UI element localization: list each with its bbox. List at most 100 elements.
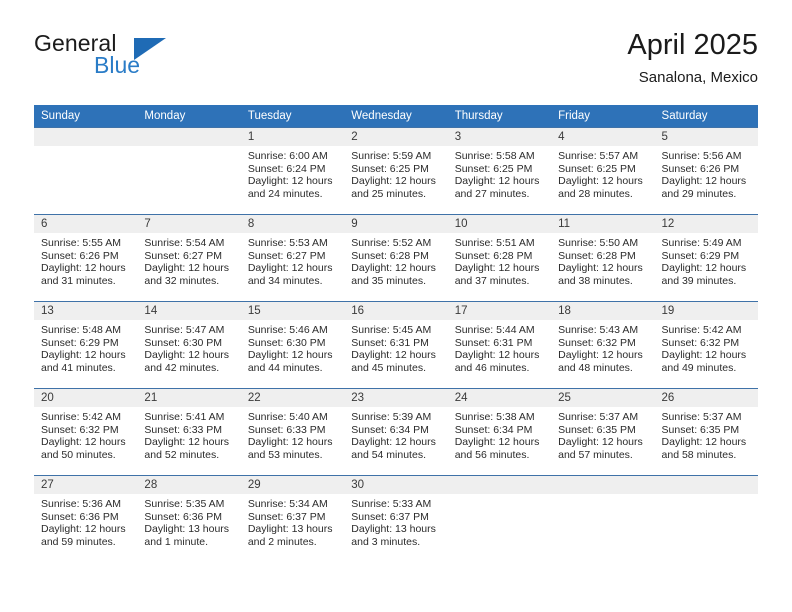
day-cell[interactable]: 13 Sunrise: 5:48 AM Sunset: 6:29 PM Dayl… xyxy=(34,301,138,389)
day-cell[interactable]: 19 Sunrise: 5:42 AM Sunset: 6:32 PM Dayl… xyxy=(654,301,758,389)
day-details: Sunrise: 5:37 AM Sunset: 6:35 PM Dayligh… xyxy=(655,407,758,461)
day-cell[interactable]: 6 Sunrise: 5:55 AM Sunset: 6:26 PM Dayli… xyxy=(34,214,138,302)
day-cell[interactable]: 28 Sunrise: 5:35 AM Sunset: 6:36 PM Dayl… xyxy=(137,475,241,562)
day-cell[interactable]: 7 Sunrise: 5:54 AM Sunset: 6:27 PM Dayli… xyxy=(137,214,241,302)
day-details: Sunrise: 5:44 AM Sunset: 6:31 PM Dayligh… xyxy=(448,320,551,374)
day-cell[interactable]: 10 Sunrise: 5:51 AM Sunset: 6:28 PM Dayl… xyxy=(447,214,552,302)
day-number: 2 xyxy=(344,128,448,146)
sunset-text: Sunset: 6:27 PM xyxy=(144,249,223,262)
day-cell[interactable] xyxy=(34,127,138,215)
day-number: 16 xyxy=(344,302,448,320)
day-number xyxy=(654,476,758,494)
day-number xyxy=(34,128,138,146)
day-cell[interactable] xyxy=(654,475,758,562)
day-cell[interactable]: 27 Sunrise: 5:36 AM Sunset: 6:36 PM Dayl… xyxy=(34,475,138,562)
daylight-text: Daylight: 12 hours and 49 minutes. xyxy=(661,349,747,374)
general-blue-logo[interactable]: General Blue xyxy=(34,28,254,86)
day-details: Sunrise: 5:38 AM Sunset: 6:34 PM Dayligh… xyxy=(448,407,551,461)
sunset-text: Sunset: 6:25 PM xyxy=(454,162,533,175)
day-details: Sunrise: 5:41 AM Sunset: 6:33 PM Dayligh… xyxy=(137,407,240,461)
calendar-week-row: 1 Sunrise: 6:00 AM Sunset: 6:24 PM Dayli… xyxy=(34,127,758,215)
day-cell[interactable]: 29 Sunrise: 5:34 AM Sunset: 6:37 PM Dayl… xyxy=(240,475,345,562)
day-cell[interactable] xyxy=(137,127,241,215)
day-cell[interactable]: 26 Sunrise: 5:37 AM Sunset: 6:35 PM Dayl… xyxy=(654,388,758,476)
weekday-header-wednesday: Wednesday xyxy=(344,105,448,128)
day-details: Sunrise: 5:59 AM Sunset: 6:25 PM Dayligh… xyxy=(344,146,447,200)
sunset-text: Sunset: 6:37 PM xyxy=(351,510,429,523)
day-cell[interactable]: 5 Sunrise: 5:56 AM Sunset: 6:26 PM Dayli… xyxy=(654,127,758,215)
daylight-text: Daylight: 12 hours and 48 minutes. xyxy=(558,349,643,374)
page-subtitle: Sanalona, Mexico xyxy=(638,69,758,86)
sunset-text: Sunset: 6:29 PM xyxy=(41,336,119,349)
day-cell[interactable]: 21 Sunrise: 5:41 AM Sunset: 6:33 PM Dayl… xyxy=(137,388,241,476)
daylight-text: Daylight: 12 hours and 53 minutes. xyxy=(247,436,333,461)
day-cell[interactable]: 3 Sunrise: 5:58 AM Sunset: 6:25 PM Dayli… xyxy=(447,127,552,215)
daylight-text: Daylight: 13 hours and 3 minutes. xyxy=(351,523,436,548)
day-cell[interactable]: 22 Sunrise: 5:40 AM Sunset: 6:33 PM Dayl… xyxy=(240,388,345,476)
calendar-week-row: 13 Sunrise: 5:48 AM Sunset: 6:29 PM Dayl… xyxy=(34,301,758,389)
day-cell[interactable]: 9 Sunrise: 5:52 AM Sunset: 6:28 PM Dayli… xyxy=(344,214,448,302)
day-details: Sunrise: 5:35 AM Sunset: 6:36 PM Dayligh… xyxy=(137,494,240,548)
sunset-text: Sunset: 6:31 PM xyxy=(454,336,533,349)
sunrise-text: Sunrise: 5:40 AM xyxy=(247,411,328,423)
sunrise-text: Sunrise: 6:00 AM xyxy=(247,150,328,162)
day-details: Sunrise: 5:52 AM Sunset: 6:28 PM Dayligh… xyxy=(344,233,447,287)
day-cell[interactable]: 24 Sunrise: 5:38 AM Sunset: 6:34 PM Dayl… xyxy=(447,388,552,476)
day-cell[interactable]: 4 Sunrise: 5:57 AM Sunset: 6:25 PM Dayli… xyxy=(551,127,655,215)
day-cell[interactable]: 25 Sunrise: 5:37 AM Sunset: 6:35 PM Dayl… xyxy=(551,388,655,476)
sunrise-text: Sunrise: 5:52 AM xyxy=(351,237,432,249)
sunrise-text: Sunrise: 5:46 AM xyxy=(247,324,328,336)
sunset-text: Sunset: 6:37 PM xyxy=(247,510,326,523)
day-cell[interactable]: 23 Sunrise: 5:39 AM Sunset: 6:34 PM Dayl… xyxy=(344,388,448,476)
sunrise-sunset-calendar-table: Sunday Monday Tuesday Wednesday Thursday… xyxy=(34,105,758,562)
day-details: Sunrise: 5:37 AM Sunset: 6:35 PM Dayligh… xyxy=(551,407,654,461)
daylight-text: Daylight: 12 hours and 27 minutes. xyxy=(454,175,540,200)
day-cell[interactable]: 15 Sunrise: 5:46 AM Sunset: 6:30 PM Dayl… xyxy=(240,301,345,389)
page-header: General Blue April 2025 Sanalona, Mexico xyxy=(34,28,758,90)
day-cell[interactable]: 12 Sunrise: 5:49 AM Sunset: 6:29 PM Dayl… xyxy=(654,214,758,302)
day-cell[interactable]: 30 Sunrise: 5:33 AM Sunset: 6:37 PM Dayl… xyxy=(344,475,448,562)
sunset-text: Sunset: 6:35 PM xyxy=(558,423,636,436)
sunrise-text: Sunrise: 5:39 AM xyxy=(351,411,432,423)
day-cell[interactable]: 18 Sunrise: 5:43 AM Sunset: 6:32 PM Dayl… xyxy=(551,301,655,389)
day-cell[interactable]: 1 Sunrise: 6:00 AM Sunset: 6:24 PM Dayli… xyxy=(240,127,345,215)
day-number: 25 xyxy=(551,389,655,407)
day-cell[interactable]: 11 Sunrise: 5:50 AM Sunset: 6:28 PM Dayl… xyxy=(551,214,655,302)
day-cell[interactable]: 17 Sunrise: 5:44 AM Sunset: 6:31 PM Dayl… xyxy=(447,301,552,389)
day-details: Sunrise: 5:58 AM Sunset: 6:25 PM Dayligh… xyxy=(448,146,551,200)
day-cell[interactable]: 20 Sunrise: 5:42 AM Sunset: 6:32 PM Dayl… xyxy=(34,388,138,476)
day-cell[interactable]: 14 Sunrise: 5:47 AM Sunset: 6:30 PM Dayl… xyxy=(137,301,241,389)
sunset-text: Sunset: 6:34 PM xyxy=(351,423,429,436)
daylight-text: Daylight: 13 hours and 2 minutes. xyxy=(247,523,333,548)
weekday-header-friday: Friday xyxy=(551,105,655,128)
sunset-text: Sunset: 6:25 PM xyxy=(558,162,636,175)
day-cell[interactable]: 2 Sunrise: 5:59 AM Sunset: 6:25 PM Dayli… xyxy=(344,127,448,215)
sunrise-text: Sunrise: 5:45 AM xyxy=(351,324,432,336)
weekday-header-saturday: Saturday xyxy=(654,105,758,128)
daylight-text: Daylight: 12 hours and 57 minutes. xyxy=(558,436,643,461)
day-cell[interactable] xyxy=(551,475,655,562)
daylight-text: Daylight: 12 hours and 24 minutes. xyxy=(247,175,333,200)
calendar-week-row: 6 Sunrise: 5:55 AM Sunset: 6:26 PM Dayli… xyxy=(34,214,758,302)
daylight-text: Daylight: 12 hours and 42 minutes. xyxy=(144,349,230,374)
weekday-header-tuesday: Tuesday xyxy=(240,105,345,128)
day-number: 15 xyxy=(240,302,345,320)
sunrise-text: Sunrise: 5:59 AM xyxy=(351,150,432,162)
day-details: Sunrise: 5:34 AM Sunset: 6:37 PM Dayligh… xyxy=(241,494,344,548)
day-cell[interactable]: 16 Sunrise: 5:45 AM Sunset: 6:31 PM Dayl… xyxy=(344,301,448,389)
daylight-text: Daylight: 12 hours and 59 minutes. xyxy=(41,523,126,548)
sunrise-text: Sunrise: 5:37 AM xyxy=(661,411,742,423)
day-details: Sunrise: 6:00 AM Sunset: 6:24 PM Dayligh… xyxy=(241,146,344,200)
sunset-text: Sunset: 6:25 PM xyxy=(351,162,429,175)
day-details: Sunrise: 5:57 AM Sunset: 6:25 PM Dayligh… xyxy=(551,146,654,200)
sunset-text: Sunset: 6:32 PM xyxy=(661,336,740,349)
day-cell[interactable] xyxy=(447,475,552,562)
day-cell[interactable]: 8 Sunrise: 5:53 AM Sunset: 6:27 PM Dayli… xyxy=(240,214,345,302)
daylight-text: Daylight: 12 hours and 25 minutes. xyxy=(351,175,436,200)
day-number: 5 xyxy=(654,128,758,146)
sunrise-text: Sunrise: 5:54 AM xyxy=(144,237,225,249)
day-number: 12 xyxy=(654,215,758,233)
weekday-header-row: Sunday Monday Tuesday Wednesday Thursday… xyxy=(34,105,758,128)
sunrise-text: Sunrise: 5:47 AM xyxy=(144,324,225,336)
sunset-text: Sunset: 6:36 PM xyxy=(41,510,119,523)
